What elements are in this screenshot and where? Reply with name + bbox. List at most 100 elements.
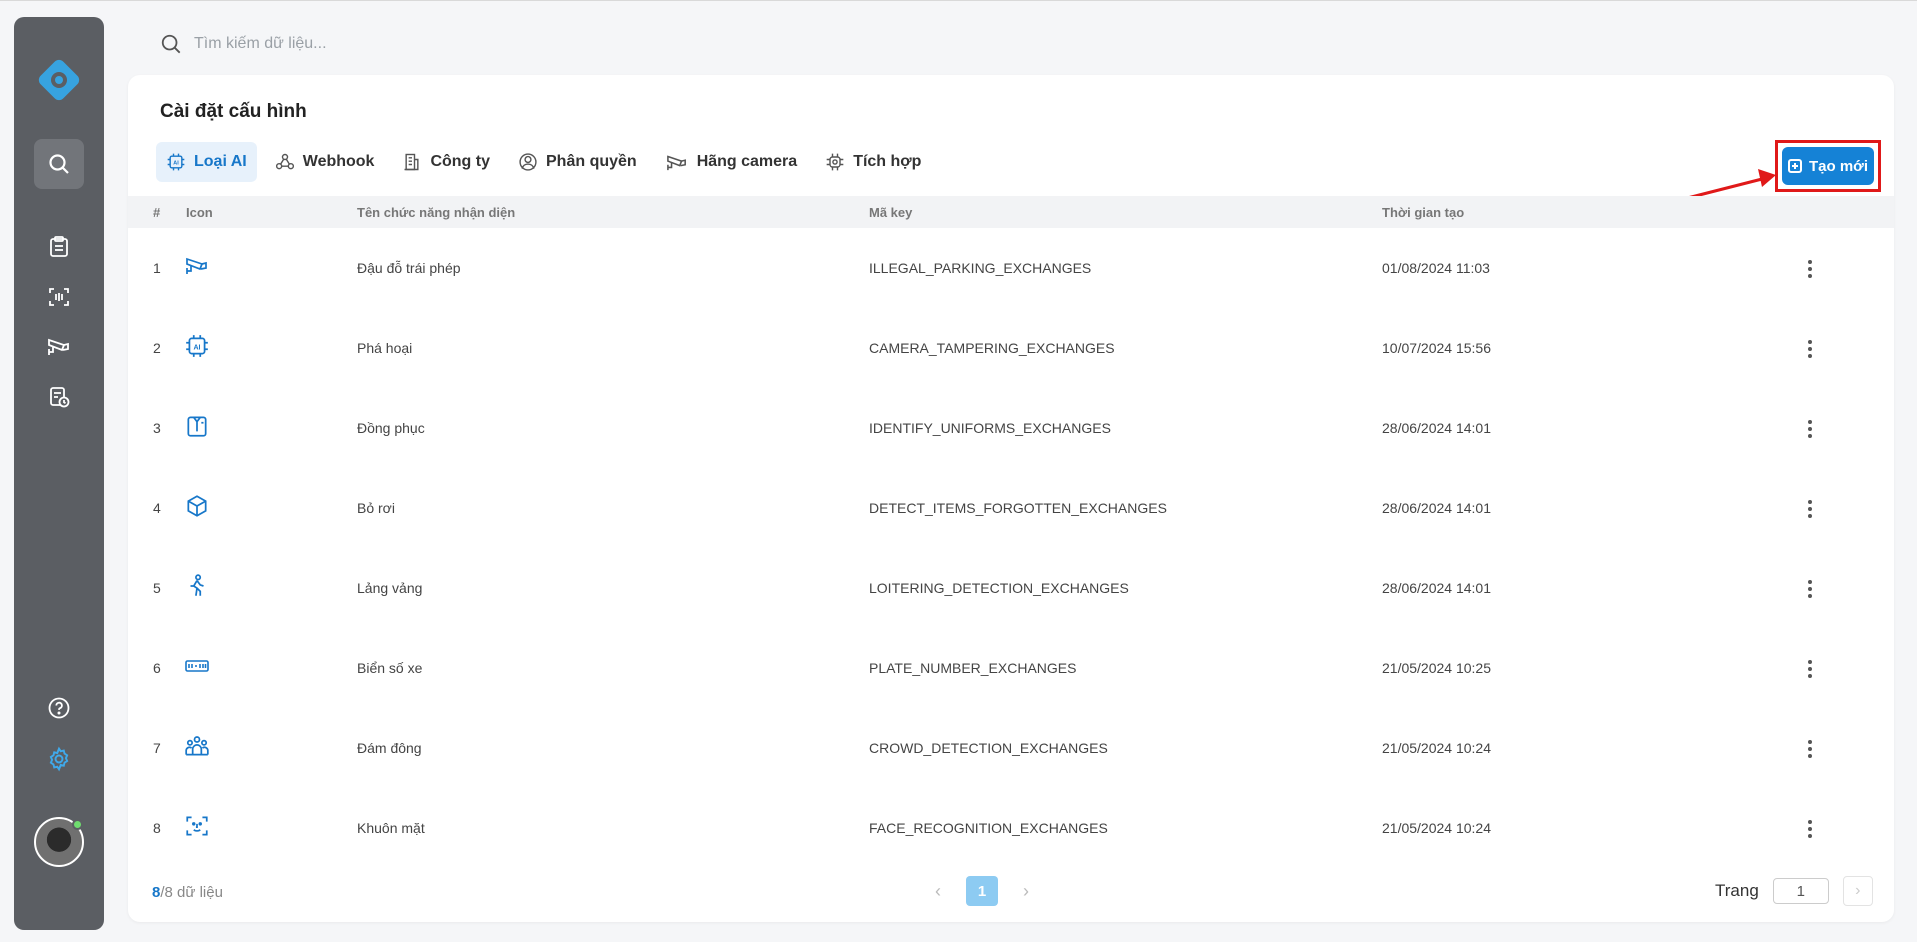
row-name: Bỏ rơi xyxy=(357,500,395,516)
crowd-icon xyxy=(185,736,209,756)
cctv-camera-icon xyxy=(48,338,69,355)
user-group-icon xyxy=(519,153,537,171)
face-scan-icon xyxy=(186,816,208,836)
row-name: Đậu đỗ trái phép xyxy=(357,260,461,276)
gear-icon xyxy=(49,746,69,772)
sidebar-help-button[interactable] xyxy=(34,683,84,733)
walking-person-icon xyxy=(190,574,204,596)
avatar[interactable] xyxy=(34,817,84,867)
row-name: Biển số xe xyxy=(357,660,423,676)
table-row[interactable]: 4 Bỏ rơi DETECT_ITEMS_FORGOTTEN_EXCHANGE… xyxy=(128,468,1894,548)
svg-text:AI: AI xyxy=(193,344,200,351)
row-time: 21/05/2024 10:25 xyxy=(1382,660,1491,676)
row-index: 4 xyxy=(153,500,161,516)
goto-page: Trang › xyxy=(1715,876,1873,906)
tab-integration[interactable]: Tích hợp xyxy=(815,142,931,182)
sidebar-history-button[interactable] xyxy=(34,372,84,422)
row-more-icon[interactable] xyxy=(1800,498,1820,520)
table-row[interactable]: 7 Đám đông CROWD_DETECTION_EXCHANGES 21/… xyxy=(128,708,1894,788)
tab-camera-brand[interactable]: Hãng camera xyxy=(655,142,808,182)
page-number-button[interactable]: 1 xyxy=(966,876,998,906)
row-more-icon[interactable] xyxy=(1800,738,1820,760)
row-name: Đồng phục xyxy=(357,420,425,436)
tab-webhook[interactable]: Webhook xyxy=(265,142,385,182)
row-index: 6 xyxy=(153,660,161,676)
row-time: 21/05/2024 10:24 xyxy=(1382,740,1491,756)
row-time: 21/05/2024 10:24 xyxy=(1382,820,1491,836)
table-row[interactable]: 1 Đậu đỗ trái phép ILLEGAL_PARKING_EXCHA… xyxy=(128,228,1894,308)
column-header-key: Mã key xyxy=(869,205,913,220)
uniform-shirt-icon xyxy=(187,416,207,437)
row-index: 5 xyxy=(153,580,161,596)
sidebar-settings-button[interactable] xyxy=(34,734,84,784)
row-more-icon[interactable] xyxy=(1800,818,1820,840)
ai-chip-icon: AI xyxy=(167,153,185,171)
row-more-icon[interactable] xyxy=(1800,258,1820,280)
row-time: 28/06/2024 14:01 xyxy=(1382,420,1491,436)
row-name: Đám đông xyxy=(357,740,422,756)
row-key: LOITERING_DETECTION_EXCHANGES xyxy=(869,580,1129,596)
sidebar-reports-button[interactable] xyxy=(34,222,84,272)
tab-permissions[interactable]: Phân quyền xyxy=(508,142,647,182)
tab-label: Tích hợp xyxy=(853,153,922,170)
column-header-index: # xyxy=(153,205,161,220)
integration-icon xyxy=(826,153,844,171)
create-button-highlight: Tạo mới xyxy=(1775,140,1881,192)
document-clock-icon xyxy=(50,387,70,408)
column-header-created-time: Thời gian tạo xyxy=(1382,205,1465,220)
clipboard-list-icon xyxy=(50,236,68,257)
tab-ai-type[interactable]: AI Loại AI xyxy=(156,142,257,182)
face-scan-icon xyxy=(49,288,69,306)
row-name: Khuôn mặt xyxy=(357,820,425,836)
next-page-icon[interactable]: › xyxy=(1016,876,1036,906)
goto-page-input[interactable] xyxy=(1772,878,1829,904)
svg-text:AI: AI xyxy=(173,161,179,167)
row-key: PLATE_NUMBER_EXCHANGES xyxy=(869,660,1077,676)
box-icon xyxy=(187,495,207,517)
prev-page-icon[interactable]: ‹ xyxy=(928,876,948,906)
row-more-icon[interactable] xyxy=(1800,338,1820,360)
config-card: Cài đặt cấu hình AI Loại AI Webhook Công… xyxy=(128,75,1894,922)
table-row[interactable]: 6 Biển số xe PLATE_NUMBER_EXCHANGES 21/0… xyxy=(128,628,1894,708)
create-button-label: Tạo mới xyxy=(1808,157,1868,175)
page-title: Cài đặt cấu hình xyxy=(160,101,307,122)
sidebar xyxy=(14,17,104,930)
row-time: 28/06/2024 14:01 xyxy=(1382,580,1491,596)
building-icon xyxy=(404,153,419,171)
column-header-icon: Icon xyxy=(186,205,213,220)
row-time: 01/08/2024 11:03 xyxy=(1382,260,1490,276)
search-icon xyxy=(161,34,181,54)
sidebar-search-button[interactable] xyxy=(34,139,84,189)
app-logo-icon[interactable] xyxy=(34,55,84,105)
table-header: # Icon Tên chức năng nhận diện Mã key Th… xyxy=(128,196,1894,228)
pagination: ‹ 1 › xyxy=(928,876,1036,906)
row-key: ILLEGAL_PARKING_EXCHANGES xyxy=(869,260,1092,276)
table-row[interactable]: 3 Đồng phục IDENTIFY_UNIFORMS_EXCHANGES … xyxy=(128,388,1894,468)
create-new-button[interactable]: Tạo mới xyxy=(1782,147,1874,185)
search-input[interactable] xyxy=(194,35,794,53)
row-more-icon[interactable] xyxy=(1800,658,1820,680)
row-index: 1 xyxy=(153,260,161,276)
row-more-icon[interactable] xyxy=(1800,578,1820,600)
tab-label: Phân quyền xyxy=(546,153,637,170)
goto-page-label: Trang xyxy=(1715,881,1759,900)
row-key: CROWD_DETECTION_EXCHANGES xyxy=(869,740,1108,756)
row-time: 10/07/2024 15:56 xyxy=(1382,340,1491,356)
table-row[interactable]: 5 Lảng vảng LOITERING_DETECTION_EXCHANGE… xyxy=(128,548,1894,628)
tab-company[interactable]: Công ty xyxy=(392,142,500,182)
row-time: 28/06/2024 14:01 xyxy=(1382,500,1491,516)
table-row[interactable]: 8 Khuôn mặt FACE_RECOGNITION_EXCHANGES 2… xyxy=(128,788,1894,868)
sidebar-camera-button[interactable] xyxy=(34,322,84,372)
table-row[interactable]: 2 AI Phá hoại CAMERA_TAMPERING_EXCHANGES… xyxy=(128,308,1894,388)
tab-label: Hãng camera xyxy=(696,153,798,170)
row-more-icon[interactable] xyxy=(1800,418,1820,440)
sidebar-face-scan-button[interactable] xyxy=(34,272,84,322)
row-index: 8 xyxy=(153,820,161,836)
goto-next-icon[interactable]: › xyxy=(1842,876,1873,906)
tab-label: Loại AI xyxy=(194,153,247,170)
plus-square-icon xyxy=(1787,159,1802,173)
online-status-dot xyxy=(72,819,83,830)
config-tabs: AI Loại AI Webhook Công ty Phân quyền Hã… xyxy=(156,142,931,182)
tab-label: Webhook xyxy=(302,153,375,170)
row-key: CAMERA_TAMPERING_EXCHANGES xyxy=(869,340,1115,356)
